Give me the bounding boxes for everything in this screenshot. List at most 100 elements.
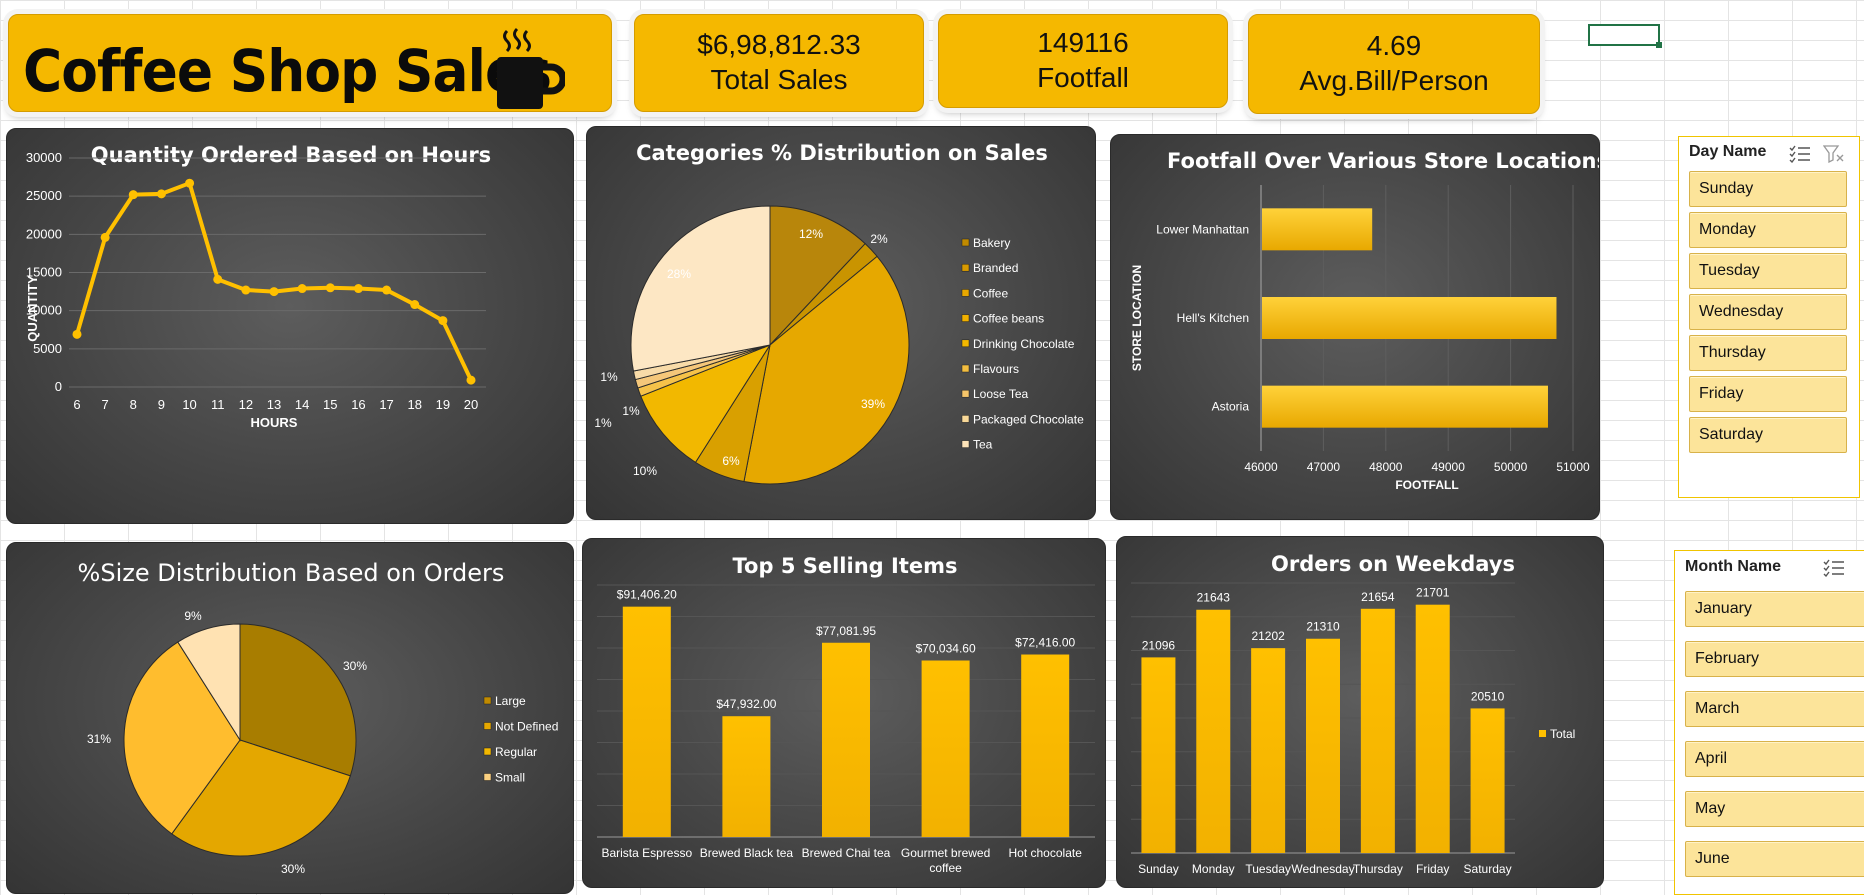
- y-tick-label: 20000: [26, 226, 62, 241]
- legend-label: Drinking Chocolate: [973, 337, 1075, 351]
- legend-label: Not Defined: [495, 720, 558, 734]
- hours-line-chart: Quantity Ordered Based on Hours 05000100…: [25, 143, 491, 430]
- kpi-label: Avg.Bill/Person: [1299, 65, 1489, 96]
- x-axis-label: FOOTFALL: [1395, 478, 1458, 492]
- slicer-item-monday[interactable]: Monday: [1689, 212, 1847, 248]
- data-label: $72,416.00: [1015, 636, 1075, 650]
- category-label: Hell's Kitchen: [1177, 311, 1249, 325]
- data-label: 21654: [1361, 590, 1395, 604]
- legend-label: Loose Tea: [973, 387, 1028, 401]
- chart-title: %Size Distribution Based on Orders: [78, 559, 505, 587]
- pie-data-label: 30%: [281, 862, 305, 876]
- chart-hours-panel[interactable]: Quantity Ordered Based on Hours 0 5000 100…: [6, 128, 574, 524]
- selected-cell[interactable]: [1588, 24, 1662, 48]
- clear-filter-icon[interactable]: [1823, 145, 1845, 163]
- category-label: Brewed Black tea: [700, 846, 794, 860]
- data-point: [269, 287, 279, 297]
- size-pie-chart: %Size Distribution Based on Orders 30% 30…: [78, 559, 559, 876]
- x-tick-label: 7: [102, 397, 109, 412]
- category-label: Wednesday: [1291, 862, 1354, 876]
- pie-data-label: 1%: [622, 404, 640, 418]
- slicer-item-april[interactable]: April: [1685, 741, 1864, 777]
- kpi-total-sales: $6,98,812.33 Total Sales: [634, 14, 924, 112]
- kpi-value: 4.69: [1366, 30, 1422, 61]
- slicer-item-march[interactable]: March: [1685, 691, 1864, 727]
- multi-select-icon[interactable]: [1789, 145, 1811, 163]
- y-tick-label: 25000: [26, 188, 62, 203]
- coffee-cup-icon: [497, 27, 565, 109]
- chart-top5-panel[interactable]: Top 5 Selling Items $91,406.20 Barista Es…: [582, 538, 1106, 888]
- slicer-header: Month Name: [1675, 551, 1864, 581]
- data-point: [410, 300, 420, 310]
- legend-label: Small: [495, 771, 525, 785]
- series-line: [75, 181, 473, 381]
- x-tick-label: 11: [211, 397, 225, 412]
- legend-swatch: [961, 364, 970, 373]
- legend-swatch: [483, 722, 492, 730]
- dashboard-title-card: Coffee Shop Sales: [8, 14, 612, 112]
- data-label: 21310: [1306, 620, 1340, 634]
- month-name-slicer[interactable]: Month Name January February March April May J…: [1674, 550, 1864, 895]
- pie-data-label: 1%: [594, 416, 612, 430]
- x-tick-label: 8: [130, 397, 137, 412]
- x-tick-label: 12: [239, 397, 253, 412]
- kpi-label: Footfall: [1037, 62, 1129, 93]
- data-point: [128, 190, 138, 200]
- x-tick-label: 9: [158, 397, 165, 412]
- bar: [1251, 648, 1286, 853]
- slicer-item-may[interactable]: May: [1685, 791, 1864, 827]
- category-label: Brewed Chai tea: [802, 846, 891, 860]
- legend-swatch: [483, 747, 492, 756]
- data-point: [100, 232, 110, 242]
- legend-swatch: [961, 289, 970, 297]
- chart-categories-panel[interactable]: Categories % Distribution on Sales 12% 2%…: [586, 126, 1096, 520]
- legend-label: Flavours: [973, 362, 1019, 376]
- slicer-item-thursday[interactable]: Thursday: [1689, 335, 1847, 371]
- legend-swatch: [961, 415, 970, 423]
- slicer-title: Day Name: [1689, 143, 1767, 160]
- slicer-item-friday[interactable]: Friday: [1689, 376, 1847, 412]
- legend-label: Branded: [973, 261, 1018, 275]
- categories-pie-chart: Categories % Distribution on Sales 12% 2%…: [594, 141, 1084, 485]
- bar: [1306, 638, 1340, 853]
- slicer-item-sunday[interactable]: Sunday: [1689, 171, 1847, 207]
- slicer-item-february[interactable]: February: [1685, 641, 1864, 677]
- legend-label: Tea: [973, 438, 993, 452]
- category-label: coffee: [929, 861, 962, 875]
- legend-swatch: [961, 339, 970, 348]
- pie-data-label: 1%: [600, 370, 618, 384]
- legend-swatch: [961, 440, 970, 448]
- slicer-item-saturday[interactable]: Saturday: [1689, 417, 1847, 453]
- y-axis-label: STORE LOCATION: [1130, 265, 1144, 371]
- pie-data-label: 9%: [184, 609, 202, 623]
- chart-weekdays-panel[interactable]: Orders on Weekdays 21096 Sunday 21643 Monda…: [1116, 536, 1604, 888]
- slicer-item-wednesday[interactable]: Wednesday: [1689, 294, 1847, 330]
- day-name-slicer[interactable]: Day Name Sunday Monday Tuesday Wednesday Thu…: [1678, 136, 1860, 498]
- bar: [1196, 609, 1231, 853]
- bar: [921, 660, 970, 837]
- chart-size-panel[interactable]: %Size Distribution Based on Orders 30% 30…: [6, 542, 574, 894]
- chart-footfall-panel[interactable]: Footfall Over Various Store Locations 46…: [1110, 134, 1600, 520]
- category-label: Astoria: [1212, 400, 1250, 414]
- pie-slice: [630, 205, 771, 372]
- category-label: Sunday: [1138, 862, 1179, 876]
- category-label: Gourmet brewed: [901, 846, 990, 860]
- slicer-item-june[interactable]: June: [1685, 841, 1864, 877]
- kpi-label: Total Sales: [710, 64, 848, 95]
- legend-swatch: [961, 314, 970, 322]
- legend-label: Bakery: [973, 236, 1010, 250]
- data-point: [325, 283, 335, 293]
- data-label: 21096: [1142, 638, 1176, 652]
- slicer-item-tuesday[interactable]: Tuesday: [1689, 253, 1847, 289]
- x-tick-label: 13: [267, 397, 281, 412]
- multi-select-icon[interactable]: [1823, 559, 1845, 577]
- pie-data-label: 10%: [633, 464, 657, 478]
- pie-data-label: 39%: [861, 397, 885, 411]
- category-label: Tuesday: [1245, 862, 1291, 876]
- slicer-item-january[interactable]: January: [1685, 591, 1864, 627]
- y-tick-label: 5000: [33, 341, 62, 356]
- data-label: $70,034.60: [916, 642, 976, 656]
- x-axis-label: HOURS: [251, 415, 298, 430]
- legend-label: Regular: [495, 745, 537, 759]
- legend-label: Large: [495, 694, 526, 708]
